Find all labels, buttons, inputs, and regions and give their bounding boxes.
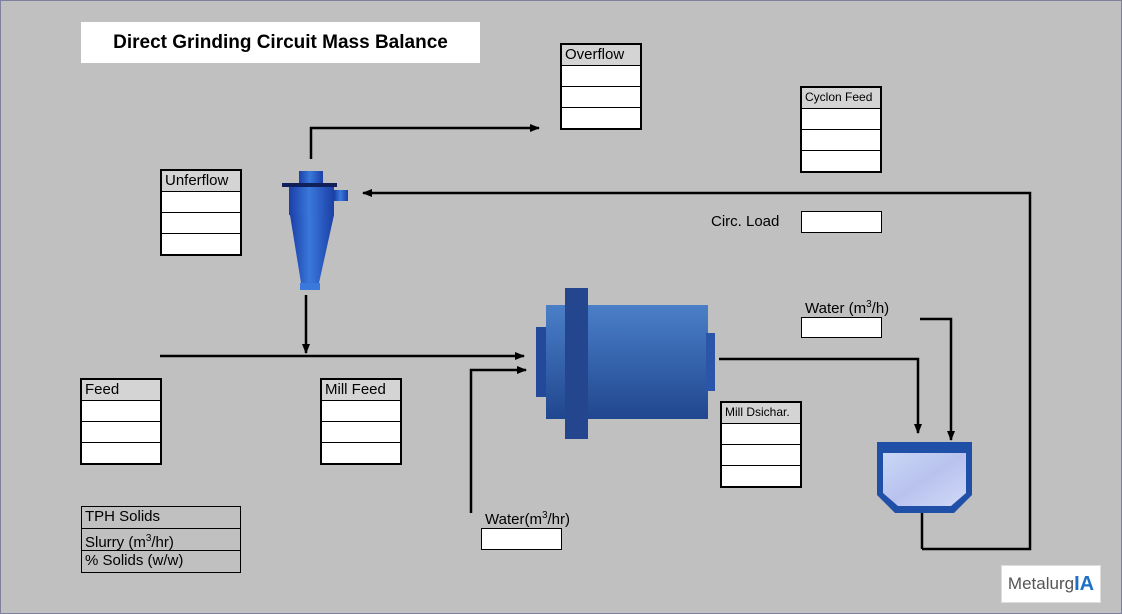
sump-water-label: Water (m3/h) (805, 299, 890, 317)
mill-discharge-slurry-cell[interactable] (722, 445, 800, 466)
legend-tph: TPH Solids (82, 507, 240, 529)
sump-water-input[interactable] (801, 317, 882, 338)
cyclone-icon (282, 171, 348, 290)
underflow-slurry-cell[interactable] (162, 213, 240, 234)
mill-water-line (469, 366, 527, 513)
cyclon-feed-table: Cyclon Feed (800, 86, 882, 173)
cyclon-feed-slurry-cell[interactable] (802, 130, 880, 151)
diagram-canvas: Direct Grinding Circuit Mass Balance Ove… (0, 0, 1122, 614)
mill-feed-solids-cell[interactable] (322, 443, 400, 463)
circ-load-label: Circ. Load (711, 213, 780, 230)
mill-water-label: Water(m3/hr) (485, 510, 571, 528)
overflow-header: Overflow (562, 45, 640, 66)
mill-feed-header: Mill Feed (322, 380, 400, 401)
feed-tph-cell[interactable] (82, 401, 160, 422)
mill-feed-table: Mill Feed (320, 378, 402, 465)
overflow-line (309, 124, 540, 159)
row-legend: TPH Solids Slurry (m3/hr) % Solids (w/w) (81, 506, 241, 573)
underflow-header: Unferflow (162, 171, 240, 192)
circ-load-input[interactable] (801, 211, 882, 233)
cyclon-feed-header: Cyclon Feed (802, 88, 880, 109)
underflow-table: Unferflow (160, 169, 242, 256)
mill-feed-tph-cell[interactable] (322, 401, 400, 422)
feed-solids-cell[interactable] (82, 443, 160, 463)
overflow-tph-cell[interactable] (562, 66, 640, 87)
legend-slurry: Slurry (m3/hr) (82, 529, 240, 551)
underflow-solids-cell[interactable] (162, 234, 240, 254)
sump-icon (877, 442, 972, 513)
overflow-solids-cell[interactable] (562, 108, 640, 128)
sump-water-line (920, 317, 955, 441)
feed-header: Feed (82, 380, 160, 401)
mill-water-input[interactable] (481, 528, 562, 550)
ball-mill-icon (536, 288, 715, 439)
feed-slurry-cell[interactable] (82, 422, 160, 443)
underflow-tph-cell[interactable] (162, 192, 240, 213)
overflow-slurry-cell[interactable] (562, 87, 640, 108)
feed-table: Feed (80, 378, 162, 465)
metalurgia-logo: Metalurg IA (1001, 565, 1101, 603)
page-title: Direct Grinding Circuit Mass Balance (81, 22, 480, 63)
cyclon-feed-solids-cell[interactable] (802, 151, 880, 171)
mill-discharge-solids-cell[interactable] (722, 466, 800, 486)
mill-discharge-table: Mill Dsichar. (720, 401, 802, 488)
mill-discharge-header: Mill Dsichar. (722, 403, 800, 424)
mill-discharge-tph-cell[interactable] (722, 424, 800, 445)
overflow-table: Overflow (560, 43, 642, 130)
legend-solids: % Solids (w/w) (85, 552, 184, 569)
mill-feed-slurry-cell[interactable] (322, 422, 400, 443)
cyclon-feed-tph-cell[interactable] (802, 109, 880, 130)
